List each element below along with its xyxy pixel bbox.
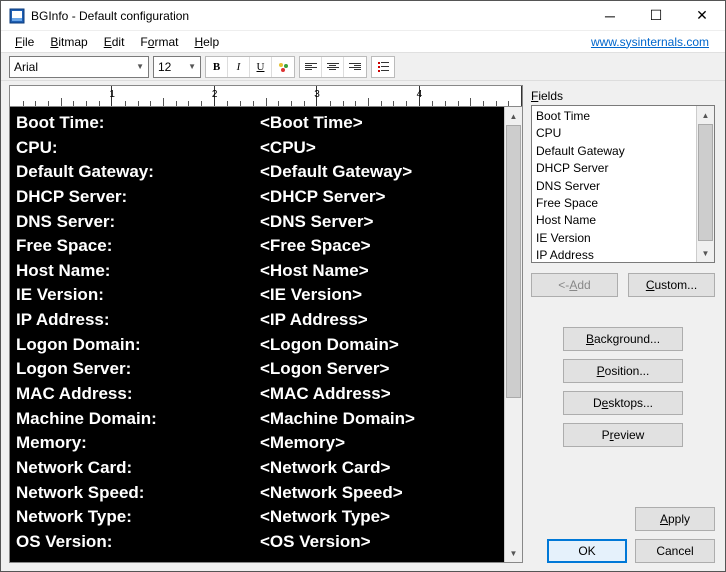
ruler: 1234 (9, 85, 523, 107)
list-item[interactable]: Default Gateway (536, 143, 692, 160)
chevron-down-icon: ▼ (136, 62, 144, 71)
maximize-button[interactable]: ☐ (633, 1, 679, 31)
fields-listbox[interactable]: Boot TimeCPUDefault GatewayDHCP ServerDN… (531, 105, 715, 263)
align-left-button[interactable] (300, 57, 322, 77)
menu-bitmap[interactable]: Bitmap (42, 33, 95, 51)
scroll-up-icon[interactable]: ▲ (697, 106, 714, 124)
editor-row: DNS Server:<DNS Server> (16, 210, 498, 235)
vertical-scrollbar[interactable]: ▲ ▼ (504, 107, 522, 562)
editor-row: IP Address:<IP Address> (16, 308, 498, 333)
editor-row: CPU:<CPU> (16, 136, 498, 161)
scrollbar-thumb[interactable] (506, 125, 521, 398)
menu-help[interactable]: Help (186, 33, 227, 51)
app-icon (9, 8, 25, 24)
italic-button[interactable]: I (228, 57, 250, 77)
list-item[interactable]: DNS Server (536, 178, 692, 195)
bullet-list-button[interactable] (372, 57, 394, 77)
editor-row: Host Name:<Host Name> (16, 259, 498, 284)
menu-format[interactable]: Format (132, 33, 186, 51)
editor-row: Logon Server:<Logon Server> (16, 357, 498, 382)
menubar: File Bitmap Edit Format Help www.sysinte… (1, 31, 725, 53)
editor-row: Network Speed:<Network Speed> (16, 481, 498, 506)
editor[interactable]: Boot Time:<Boot Time>CPU:<CPU>Default Ga… (10, 107, 504, 562)
editor-row: Network Type:<Network Type> (16, 505, 498, 530)
editor-row: Boot Time:<Boot Time> (16, 111, 498, 136)
list-item[interactable]: IE Version (536, 230, 692, 247)
editor-row: MAC Address:<MAC Address> (16, 382, 498, 407)
size-select[interactable]: 12 ▼ (153, 56, 201, 78)
sysinternals-link[interactable]: www.sysinternals.com (591, 35, 719, 49)
titlebar: BGInfo - Default configuration ─ ☐ ✕ (1, 1, 725, 31)
fields-label: Fields (531, 89, 715, 103)
scroll-down-icon[interactable]: ▼ (505, 544, 522, 562)
close-button[interactable]: ✕ (679, 1, 725, 31)
bold-button[interactable]: B (206, 57, 228, 77)
fields-scrollbar[interactable]: ▲ ▼ (696, 106, 714, 262)
editor-row: OS Version:<OS Version> (16, 530, 498, 555)
toolbar: Arial ▼ 12 ▼ B I U (1, 53, 725, 81)
ok-button[interactable]: OK (547, 539, 627, 563)
list-item[interactable]: IP Address (536, 247, 692, 262)
editor-row: Default Gateway:<Default Gateway> (16, 160, 498, 185)
editor-row: Free Space:<Free Space> (16, 234, 498, 259)
background-button[interactable]: Background... (563, 327, 683, 351)
list-item[interactable]: CPU (536, 125, 692, 142)
chevron-down-icon: ▼ (188, 62, 196, 71)
position-button[interactable]: Position... (563, 359, 683, 383)
scroll-down-icon[interactable]: ▼ (697, 244, 714, 262)
list-item[interactable]: Free Space (536, 195, 692, 212)
editor-row: DHCP Server:<DHCP Server> (16, 185, 498, 210)
align-center-button[interactable] (322, 57, 344, 77)
list-item[interactable]: Host Name (536, 212, 692, 229)
editor-row: Memory:<Memory> (16, 431, 498, 456)
menu-file[interactable]: File (7, 33, 42, 51)
add-button[interactable]: <- Add (531, 273, 618, 297)
custom-button[interactable]: Custom... (628, 273, 715, 297)
align-right-button[interactable] (344, 57, 366, 77)
minimize-button[interactable]: ─ (587, 1, 633, 31)
color-button[interactable] (272, 57, 294, 77)
scrollbar-thumb[interactable] (698, 124, 713, 241)
editor-row: Machine Domain:<Machine Domain> (16, 407, 498, 432)
cancel-button[interactable]: Cancel (635, 539, 715, 563)
editor-row: IE Version:<IE Version> (16, 283, 498, 308)
list-item[interactable]: Boot Time (536, 108, 692, 125)
menu-edit[interactable]: Edit (96, 33, 133, 51)
underline-button[interactable]: U (250, 57, 272, 77)
scroll-up-icon[interactable]: ▲ (505, 107, 522, 125)
desktops-button[interactable]: Desktops... (563, 391, 683, 415)
editor-row: Logon Domain:<Logon Domain> (16, 333, 498, 358)
font-select[interactable]: Arial ▼ (9, 56, 149, 78)
list-item[interactable]: DHCP Server (536, 160, 692, 177)
window-title: BGInfo - Default configuration (31, 9, 587, 23)
apply-button[interactable]: Apply (635, 507, 715, 531)
editor-row: Network Card:<Network Card> (16, 456, 498, 481)
preview-button[interactable]: Preview (563, 423, 683, 447)
